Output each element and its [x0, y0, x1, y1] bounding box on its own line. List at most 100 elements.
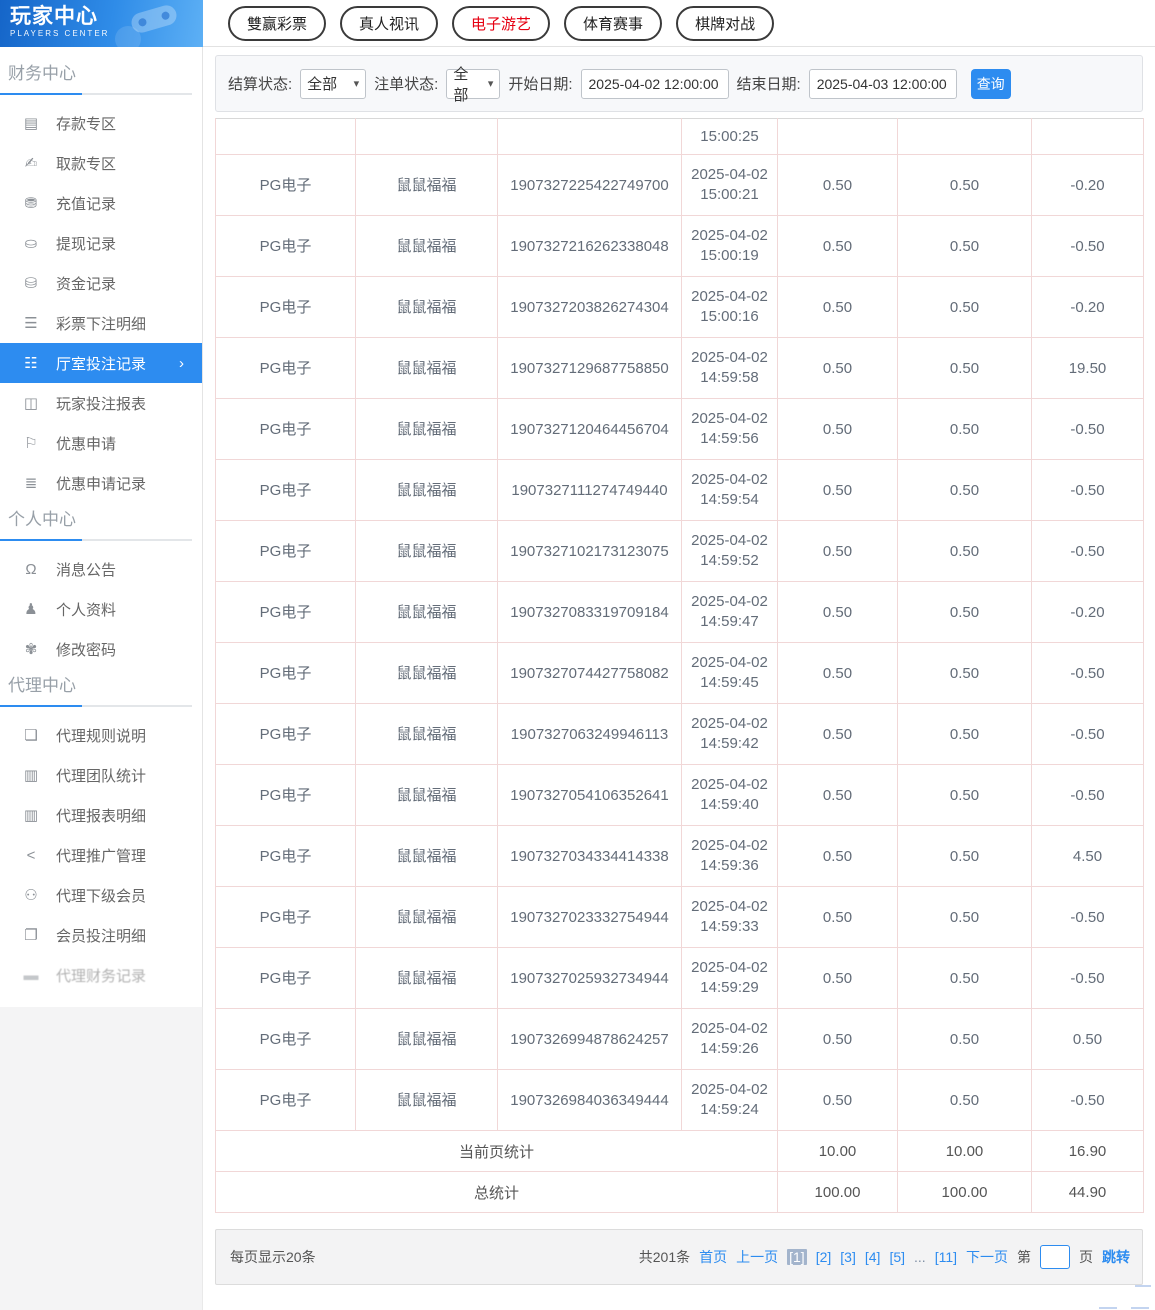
chevron-down-icon: ▾ [488, 77, 494, 90]
cell-bet: 0.50 [778, 643, 898, 704]
clipped-item-icon: ▬ [22, 967, 40, 984]
order-status-label: 注单状态: [374, 73, 438, 94]
sidebar-item[interactable]: ⚇ 代理下级会员 [0, 875, 202, 915]
cell-datetime: 2025-04-0214:59:47 [682, 582, 778, 643]
top-tab[interactable]: 棋牌对战 [676, 6, 774, 41]
cell-order: 1907327074427758082 [498, 643, 682, 704]
sidebar-item[interactable]: ✾ 修改密码 [0, 629, 202, 669]
cell-order: 1907327225422749700 [498, 155, 682, 216]
sidebar-item[interactable]: ▬ 代理财务记录 [0, 955, 202, 995]
cell-bet: 0.50 [778, 704, 898, 765]
query-button[interactable]: 查询 [971, 69, 1011, 99]
sidebar-item[interactable]: ≣ 优惠申请记录 [0, 463, 202, 503]
cell-winloss: 19.50 [1032, 338, 1144, 399]
cell-winloss [1032, 119, 1144, 155]
cell-platform: PG电子 [216, 399, 356, 460]
sidebar-item[interactable]: < 代理推广管理 [0, 835, 202, 875]
cell-platform: PG电子 [216, 948, 356, 1009]
page-link-current[interactable]: [1] [787, 1249, 807, 1265]
page-link[interactable]: [2] [816, 1249, 832, 1265]
funds-record-icon: ⛁ [22, 274, 40, 292]
recharge-coins-icon: ⛃ [22, 194, 40, 212]
page-link[interactable]: 首页 [699, 1247, 727, 1267]
cell-platform: PG电子 [216, 521, 356, 582]
start-date-input[interactable] [581, 69, 729, 99]
sidebar-item[interactable]: ⛀ 提现记录 [0, 223, 202, 263]
table-row: PG电子 鼠鼠福福 1907327216262338048 2025-04-02… [216, 216, 1144, 277]
page-link[interactable]: [11] [935, 1249, 957, 1265]
jump-button[interactable]: 跳转 [1102, 1247, 1130, 1267]
page-link[interactable]: [5] [889, 1249, 905, 1265]
logo-subtitle: PLAYERS CENTER [10, 29, 203, 38]
sidebar-item[interactable]: ☷ 厅室投注记录 › [0, 343, 202, 383]
order-status-select[interactable]: 全部 ▾ [446, 69, 500, 99]
main-area: 雙赢彩票真人视讯电子游艺体育赛事棋牌对战 结算状态: 全部 ▾ 注单状态: 全部… [203, 0, 1155, 1310]
cell-platform: PG电子 [216, 460, 356, 521]
cell-bet: 0.50 [778, 1070, 898, 1131]
top-tab[interactable]: 真人视讯 [340, 6, 438, 41]
cell-valid: 0.50 [898, 704, 1032, 765]
table-row: PG电子 鼠鼠福福 1907327023332754944 2025-04-02… [216, 887, 1144, 948]
top-tab[interactable]: 电子游艺 [452, 6, 550, 41]
cell-winloss: -0.50 [1032, 460, 1144, 521]
page-ellipsis: ... [914, 1249, 926, 1265]
cell-bet: 0.50 [778, 521, 898, 582]
gamepad-deco-circle [115, 26, 141, 47]
settle-status-label: 结算状态: [228, 73, 292, 94]
cell-valid: 0.50 [898, 948, 1032, 1009]
sidebar-item-label: 提现记录 [56, 233, 116, 254]
sidebar-item[interactable]: ❐ 会员投注明细 [0, 915, 202, 955]
sidebar-item[interactable]: ❏ 代理规则说明 [0, 715, 202, 755]
cell-game: 鼠鼠福福 [356, 460, 498, 521]
page-link[interactable]: [3] [840, 1249, 856, 1265]
cell-platform: PG电子 [216, 887, 356, 948]
sidebar-item[interactable]: ◫ 玩家投注报表 [0, 383, 202, 423]
section-title: 财务中心 [8, 61, 202, 87]
sidebar-item-label: 代理团队统计 [56, 765, 146, 786]
cell-bet: 0.50 [778, 216, 898, 277]
cell-bet: 0.50 [778, 155, 898, 216]
cell-order: 1907327111274749440 [498, 460, 682, 521]
end-date-input[interactable] [809, 69, 957, 99]
page-size-text: 每页显示20条 [230, 1247, 316, 1267]
cell-valid: 0.50 [898, 582, 1032, 643]
cell-valid: 0.50 [898, 765, 1032, 826]
page-link[interactable]: [4] [865, 1249, 881, 1265]
summary-label: 当前页统计 [216, 1131, 778, 1172]
cell-order: 1907327023332754944 [498, 887, 682, 948]
cell-valid: 0.50 [898, 826, 1032, 887]
summary-label: 总统计 [216, 1172, 778, 1213]
cell-bet: 0.50 [778, 460, 898, 521]
sidebar-item[interactable]: ♟ 个人资料 [0, 589, 202, 629]
page-jump-input[interactable] [1040, 1245, 1070, 1269]
sidebar-item[interactable]: ⛃ 充值记录 [0, 183, 202, 223]
sidebar-item-label: 玩家投注报表 [56, 393, 146, 414]
top-tab[interactable]: 雙赢彩票 [228, 6, 326, 41]
sidebar-item[interactable]: ⚐ 优惠申请 [0, 423, 202, 463]
pager-links: 共201条 首页上一页[1][2][3][4][5]...[11]下一页 第 页… [639, 1245, 1130, 1269]
cell-order: 1907326994878624257 [498, 1009, 682, 1070]
sidebar-item[interactable]: ☰ 彩票下注明细 [0, 303, 202, 343]
page-link[interactable]: 下一页 [966, 1247, 1008, 1267]
cell-game: 鼠鼠福福 [356, 399, 498, 460]
sidebar-item[interactable]: ⛁ 资金记录 [0, 263, 202, 303]
cell-order: 1907327216262338048 [498, 216, 682, 277]
sidebar-item[interactable]: ✍ 取款专区 [0, 143, 202, 183]
cell-winloss: -0.50 [1032, 399, 1144, 460]
sidebar-item[interactable]: ▤ 存款专区 [0, 103, 202, 143]
page-link[interactable]: 上一页 [736, 1247, 778, 1267]
cell-datetime: 2025-04-0215:00:16 [682, 277, 778, 338]
sidebar-item[interactable]: Ω 消息公告 [0, 549, 202, 589]
cell-datetime: 2025-04-0214:59:54 [682, 460, 778, 521]
cell-valid: 0.50 [898, 460, 1032, 521]
cell-datetime: 2025-04-0214:59:58 [682, 338, 778, 399]
section-divider [0, 539, 192, 541]
sidebar-item[interactable]: ▥ 代理报表明细 [0, 795, 202, 835]
sidebar-item[interactable]: ▥ 代理团队统计 [0, 755, 202, 795]
sidebar-item-label: 代理推广管理 [56, 845, 146, 866]
cell-valid: 0.50 [898, 887, 1032, 948]
settle-status-select[interactable]: 全部 ▾ [300, 69, 366, 99]
table-row: PG电子 鼠鼠福福 1907327225422749700 2025-04-02… [216, 155, 1144, 216]
cell-order: 1907327083319709184 [498, 582, 682, 643]
top-tab[interactable]: 体育赛事 [564, 6, 662, 41]
